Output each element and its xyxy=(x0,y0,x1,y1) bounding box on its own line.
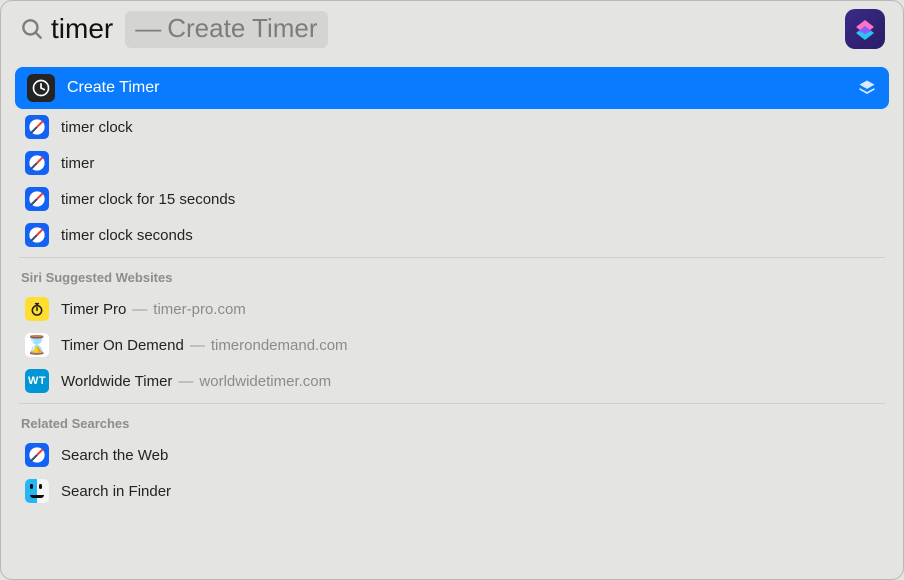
dash-separator: — xyxy=(132,301,147,318)
dash-separator: — xyxy=(135,13,161,44)
result-row[interactable]: timer clock xyxy=(15,109,889,145)
dash-separator: — xyxy=(178,373,193,390)
section-divider xyxy=(19,257,885,258)
result-row[interactable]: Search in Finder xyxy=(15,473,889,509)
dash-separator: — xyxy=(190,337,205,354)
search-input[interactable]: timer — Create Timer xyxy=(51,11,885,48)
result-row[interactable]: timer clock seconds xyxy=(15,217,889,253)
safari-icon xyxy=(25,151,49,175)
result-row[interactable]: timer xyxy=(15,145,889,181)
section-header: Related Searches xyxy=(15,408,889,437)
finder-icon xyxy=(25,479,49,503)
result-row[interactable]: Timer Pro — timer-pro.com xyxy=(15,291,889,327)
result-row[interactable]: timer clock for 15 seconds xyxy=(15,181,889,217)
result-label: Worldwide Timer xyxy=(61,373,172,390)
result-label: Create Timer xyxy=(67,79,159,97)
result-row[interactable]: Search the Web xyxy=(15,437,889,473)
safari-icon xyxy=(25,187,49,211)
result-label: timer clock xyxy=(61,119,133,136)
clock-icon xyxy=(27,74,55,102)
result-secondary: worldwidetimer.com xyxy=(199,373,331,390)
safari-icon xyxy=(25,443,49,467)
safari-icon xyxy=(25,223,49,247)
search-icon xyxy=(19,16,45,42)
result-row[interactable]: ⌛ Timer On Demend — timerondemand.com xyxy=(15,327,889,363)
result-row[interactable]: Create Timer xyxy=(15,67,889,109)
section-divider xyxy=(19,403,885,404)
layers-icon xyxy=(857,78,877,98)
result-label: timer xyxy=(61,155,94,172)
search-query-text: timer xyxy=(51,13,113,45)
top-hit-suggestion-label: Create Timer xyxy=(167,13,317,44)
result-label: Search the Web xyxy=(61,447,168,464)
section-header: Siri Suggested Websites xyxy=(15,262,889,291)
result-label: Timer On Demend xyxy=(61,337,184,354)
result-label: timer clock for 15 seconds xyxy=(61,191,235,208)
shortcuts-app-icon xyxy=(845,9,885,49)
results-list: Create Timer timer clock timer timer clock … xyxy=(1,57,903,523)
result-secondary: timer-pro.com xyxy=(153,301,246,318)
spotlight-search-bar: timer — Create Timer xyxy=(1,1,903,57)
result-label: Timer Pro xyxy=(61,301,126,318)
result-secondary: timerondemand.com xyxy=(211,337,348,354)
safari-icon xyxy=(25,115,49,139)
stopwatch-icon xyxy=(25,297,49,321)
hourglass-icon: ⌛ xyxy=(25,333,49,357)
result-label: timer clock seconds xyxy=(61,227,193,244)
top-hit-suggestion[interactable]: — Create Timer xyxy=(125,11,327,48)
worldwide-timer-icon: WT xyxy=(25,369,49,393)
result-row[interactable]: WT Worldwide Timer — worldwidetimer.com xyxy=(15,363,889,399)
result-label: Search in Finder xyxy=(61,483,171,500)
